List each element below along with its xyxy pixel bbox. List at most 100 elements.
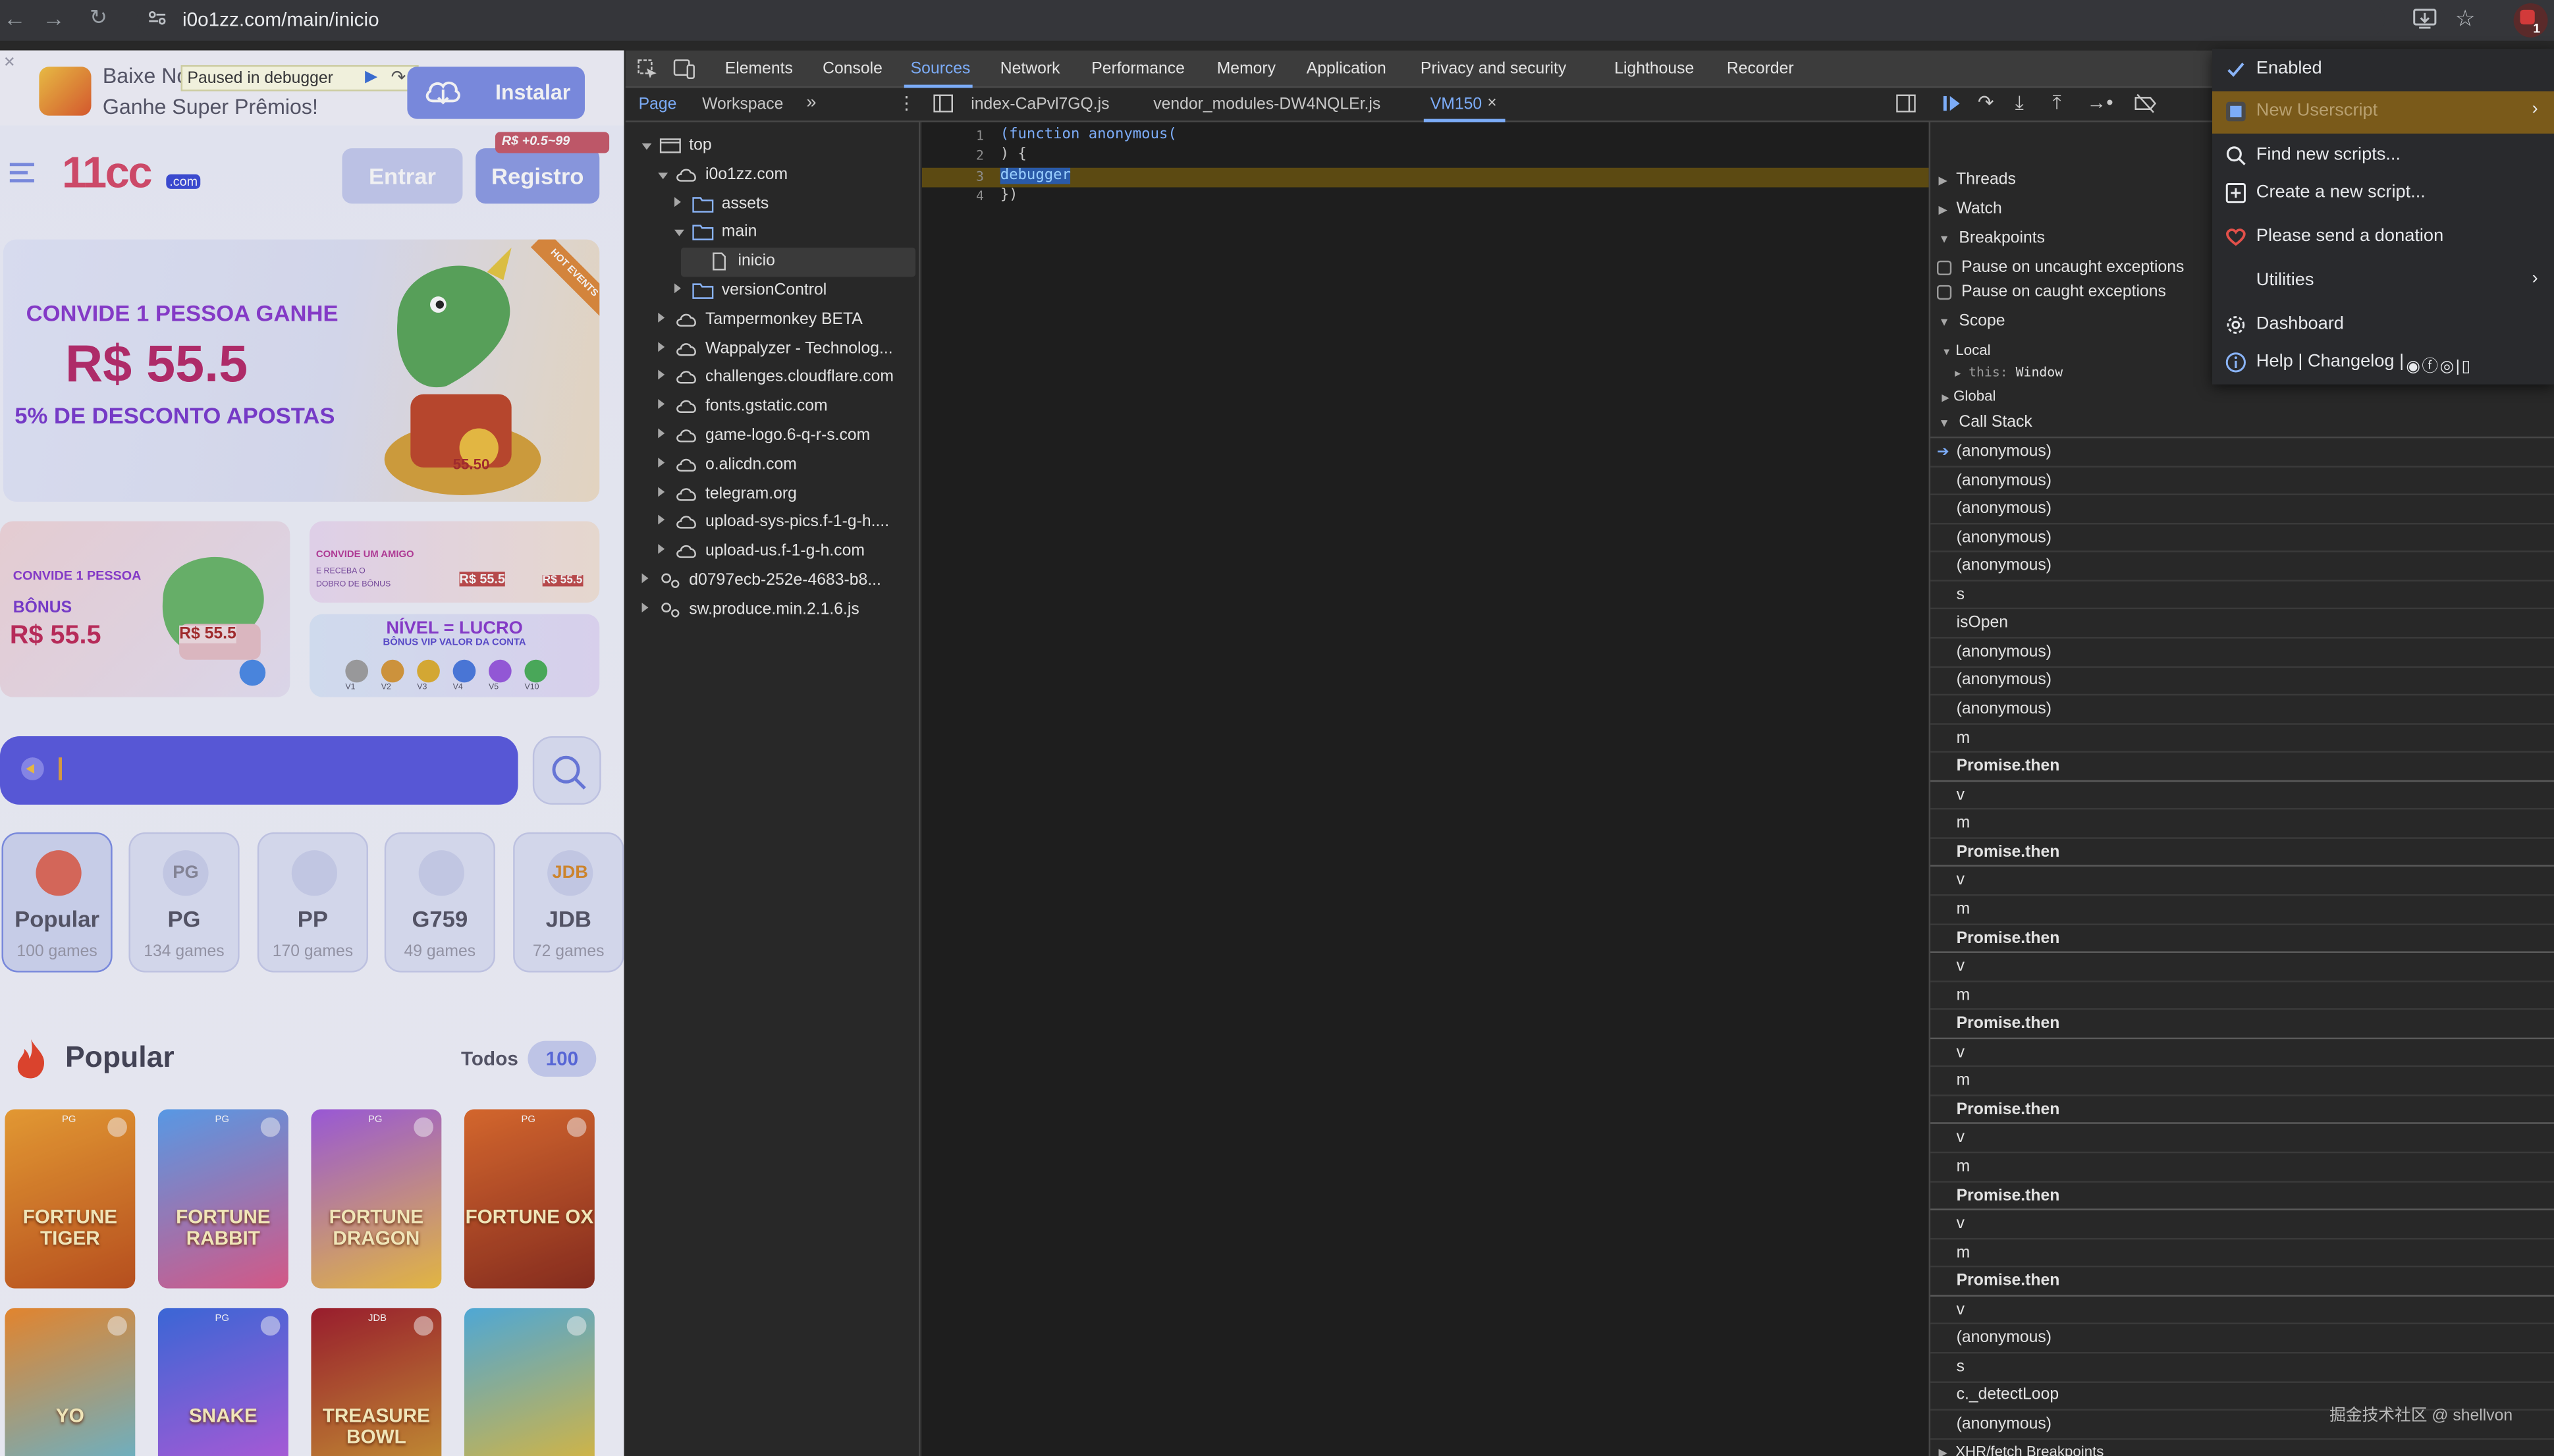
- threads-section[interactable]: ▶ Threads: [1938, 171, 2015, 189]
- code-editor[interactable]: 1 (function anonymous(2) {3 debugger 4}): [922, 122, 1929, 1456]
- site-settings-icon[interactable]: [148, 10, 166, 26]
- menu-item-find-new-scripts[interactable]: Find new scripts...: [2212, 135, 2554, 177]
- toggle-debugger-sidebar-icon[interactable]: [1896, 94, 1916, 113]
- expand-arrow-icon[interactable]: [658, 341, 665, 352]
- stack-frame[interactable]: (anonymous): [1930, 695, 2554, 724]
- xhr-breakpoints-section[interactable]: ▶ XHR/fetch Breakpoints: [1938, 1443, 2104, 1456]
- stack-frame[interactable]: m: [1930, 1239, 2554, 1268]
- more-tabs-chevron-icon[interactable]: »: [806, 93, 816, 113]
- stack-frame[interactable]: (anonymous): [1930, 467, 2554, 496]
- watch-section[interactable]: ▶ Watch: [1938, 200, 2001, 218]
- inspect-element-icon[interactable]: [637, 59, 658, 80]
- menu-item-help-changelog[interactable]: Help | Changelog | ◉ⓕ◎|▯: [2212, 342, 2554, 384]
- menu-item-dashboard[interactable]: Dashboard: [2212, 305, 2554, 347]
- stack-frame[interactable]: s: [1930, 1353, 2554, 1382]
- stack-frame[interactable]: v: [1930, 1210, 2554, 1239]
- bookmark-star-icon[interactable]: ☆: [2455, 5, 2476, 32]
- stack-frame[interactable]: (anonymous): [1930, 667, 2554, 696]
- stack-frame[interactable]: m: [1930, 896, 2554, 925]
- devtools-tab-elements[interactable]: Elements: [725, 61, 793, 78]
- menu-item-new-userscript[interactable]: New Userscript ›: [2212, 91, 2554, 134]
- call-stack-section[interactable]: ▼ Call Stack: [1938, 414, 2032, 431]
- pause-caught-checkbox[interactable]: [1936, 284, 1952, 300]
- pause-uncaught-checkbox[interactable]: [1936, 260, 1952, 276]
- tree-item-wappalyzer-technolog[interactable]: Wappalyzer - Technolog...: [626, 335, 919, 365]
- back-icon[interactable]: ←: [3, 5, 26, 31]
- line-number[interactable]: 3: [958, 169, 984, 184]
- step-into-icon[interactable]: ⤓: [2015, 92, 2024, 116]
- stack-frame[interactable]: v: [1930, 1038, 2554, 1067]
- navigator-menu-icon[interactable]: ⋮: [898, 93, 915, 114]
- stack-frame[interactable]: v: [1930, 782, 2554, 811]
- stack-frame[interactable]: (anonymous): [1930, 553, 2554, 581]
- navigator-tab-page[interactable]: Page: [639, 96, 677, 114]
- tree-item-tampermonkey-beta[interactable]: Tampermonkey BETA: [626, 306, 919, 336]
- stack-frame[interactable]: v: [1930, 867, 2554, 896]
- devtools-tab-sources[interactable]: Sources: [911, 61, 971, 78]
- social-links-icons[interactable]: ◉ⓕ◎|▯: [2406, 352, 2472, 376]
- expand-arrow-icon[interactable]: [674, 196, 681, 207]
- stack-frame[interactable]: (anonymous): [1930, 1325, 2554, 1354]
- menu-item-please-send-a-donation[interactable]: Please send a donation: [2212, 217, 2554, 259]
- stack-frame[interactable]: s: [1930, 581, 2554, 610]
- scope-local[interactable]: ▼ Local: [1942, 342, 1990, 358]
- tree-item-telegram-org[interactable]: telegram.org: [626, 480, 919, 510]
- expand-arrow-icon[interactable]: [658, 428, 665, 439]
- stack-frame[interactable]: m: [1930, 982, 2554, 1011]
- expand-arrow-icon[interactable]: [641, 573, 649, 583]
- tree-item-top[interactable]: top: [626, 132, 919, 161]
- file-tab-vendor[interactable]: vendor_modules-DW4NQLEr.js: [1153, 96, 1380, 114]
- tree-item-assets[interactable]: assets: [626, 190, 919, 219]
- tree-item-main[interactable]: main: [626, 219, 919, 248]
- line-number[interactable]: 4: [958, 189, 984, 203]
- toggle-navigator-icon[interactable]: [933, 94, 953, 113]
- tampermonkey-extension-icon[interactable]: 1: [2513, 3, 2548, 38]
- stack-frame[interactable]: isOpen: [1930, 610, 2554, 639]
- devtools-tab-memory[interactable]: Memory: [1217, 61, 1276, 78]
- stack-frame[interactable]: v: [1930, 953, 2554, 982]
- stack-frame[interactable]: v: [1930, 1125, 2554, 1154]
- tree-item-upload-us-f-1-g-h-com[interactable]: upload-us.f-1-g-h.com: [626, 538, 919, 568]
- scope-this[interactable]: ▶ this: Window: [1955, 365, 2063, 379]
- expand-arrow-icon[interactable]: [641, 143, 652, 150]
- devtools-tab-performance[interactable]: Performance: [1091, 61, 1185, 78]
- resume-script-icon[interactable]: [1942, 93, 1961, 114]
- line-number[interactable]: 2: [958, 149, 984, 163]
- tree-item-challenges-cloudflare-com[interactable]: challenges.cloudflare.com: [626, 364, 919, 394]
- stack-frame[interactable]: m: [1930, 810, 2554, 839]
- expand-arrow-icon[interactable]: [658, 515, 665, 526]
- stack-frame[interactable]: m: [1930, 1153, 2554, 1182]
- stack-frame[interactable]: m: [1930, 1067, 2554, 1096]
- tree-item-i0o1zz-com[interactable]: i0o1zz.com: [626, 161, 919, 190]
- deactivate-breakpoints-icon[interactable]: [2134, 93, 2157, 114]
- devtools-tab-application[interactable]: Application: [1307, 61, 1386, 78]
- breakpoints-section[interactable]: ▼ Breakpoints: [1938, 230, 2045, 248]
- expand-arrow-icon[interactable]: [658, 370, 665, 381]
- tree-item-game-logo-6-q-r-s-com[interactable]: game-logo.6-q-r-s.com: [626, 422, 919, 452]
- url-text[interactable]: i0o1zz.com/main/inicio: [182, 8, 379, 31]
- reload-icon[interactable]: ↻: [90, 5, 107, 31]
- file-tab-vm150[interactable]: VM150: [1430, 96, 1482, 114]
- line-number[interactable]: 1: [958, 128, 984, 143]
- devtools-tab-lighthouse[interactable]: Lighthouse: [1614, 61, 1694, 78]
- devtools-tab-privacy-and-security[interactable]: Privacy and security: [1421, 61, 1566, 78]
- stack-frame[interactable]: ➔ (anonymous): [1930, 438, 2554, 467]
- stack-frame[interactable]: v: [1930, 1296, 2554, 1325]
- step-over-function-icon[interactable]: ↷: [1978, 92, 1994, 115]
- tree-item-versioncontrol[interactable]: versionControl: [626, 277, 919, 306]
- devtools-tab-console[interactable]: Console: [823, 61, 883, 78]
- menu-item-create-a-new-script[interactable]: Create a new script...: [2212, 173, 2554, 215]
- step-out-icon[interactable]: ⤒: [2053, 92, 2061, 116]
- devtools-tab-network[interactable]: Network: [1000, 61, 1060, 78]
- menu-item-utilities[interactable]: Utilities ›: [2212, 261, 2554, 303]
- expand-arrow-icon[interactable]: [674, 283, 681, 294]
- expand-arrow-icon[interactable]: [658, 172, 668, 179]
- expand-arrow-icon[interactable]: [658, 457, 665, 468]
- device-toolbar-icon[interactable]: [673, 59, 696, 80]
- tree-item-inicio[interactable]: inicio: [680, 248, 916, 277]
- file-tab-index[interactable]: index-CaPvl7GQ.js: [971, 96, 1109, 114]
- tree-item-sw-produce-min-2-1-6-js[interactable]: sw.produce.min.2.1.6.js: [626, 596, 919, 626]
- navigator-tab-workspace[interactable]: Workspace: [702, 96, 783, 114]
- stack-frame[interactable]: (anonymous): [1930, 495, 2554, 524]
- step-icon[interactable]: →•: [2087, 92, 2113, 115]
